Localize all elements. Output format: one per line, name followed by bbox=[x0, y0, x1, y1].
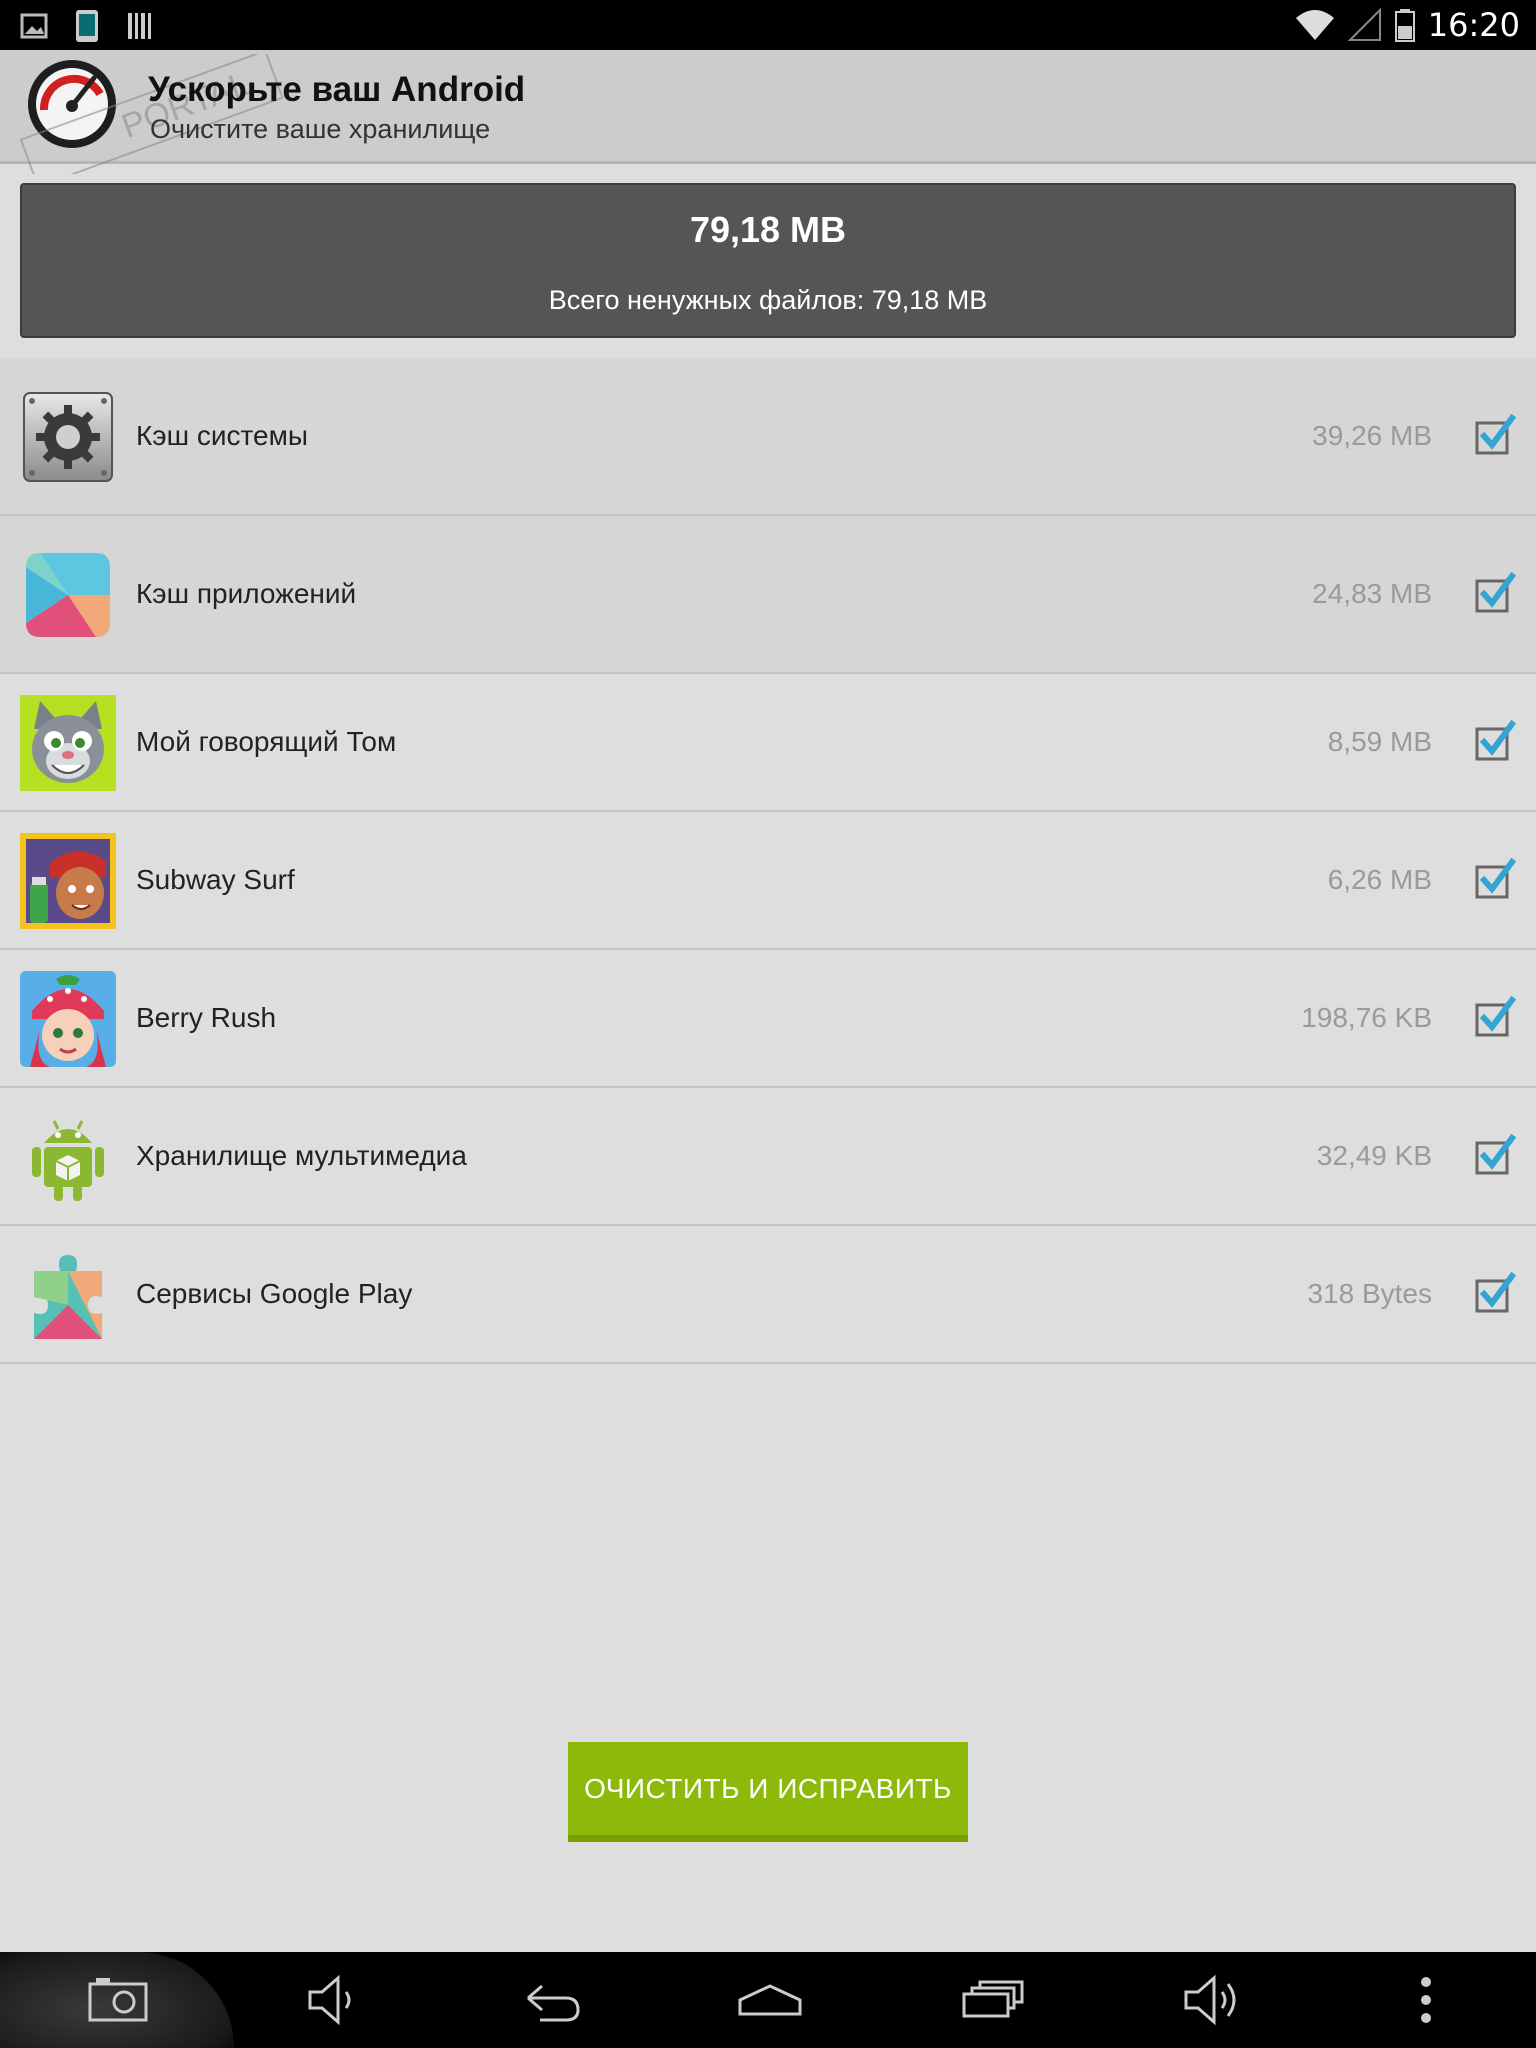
home-icon[interactable] bbox=[738, 1970, 802, 2030]
barcode-icon bbox=[128, 13, 151, 39]
talking-tom-icon bbox=[20, 695, 116, 791]
list-item[interactable]: Хранилище мультимедиа 32,49 KB bbox=[0, 1088, 1536, 1226]
list-item[interactable]: Кэш приложений 24,83 MB bbox=[0, 516, 1536, 674]
item-name: Хранилище мультимедиа bbox=[136, 1140, 467, 1171]
item-name: Subway Surf bbox=[136, 864, 295, 895]
list-item[interactable]: Сервисы Google Play 318 Bytes bbox=[0, 1226, 1536, 1364]
clean-and-fix-button[interactable]: ОЧИСТИТЬ И ИСПРАВИТЬ bbox=[568, 1742, 968, 1842]
checkbox-checked-icon[interactable] bbox=[1474, 572, 1516, 614]
item-size: 318 Bytes bbox=[1307, 1278, 1432, 1309]
wifi-icon bbox=[1295, 10, 1334, 40]
action-bar: PORTAL Ускорьте ваш Android Очистите ваш… bbox=[0, 50, 1536, 174]
item-name: Сервисы Google Play bbox=[136, 1278, 413, 1309]
item-size: 24,83 MB bbox=[1312, 578, 1432, 609]
image-icon bbox=[20, 13, 48, 39]
recents-icon[interactable] bbox=[960, 1970, 1024, 2030]
item-size: 8,59 MB bbox=[1327, 726, 1432, 757]
item-size: 198,76 KB bbox=[1301, 1002, 1432, 1033]
navigation-bar bbox=[0, 1952, 1536, 2048]
checkbox-checked-icon[interactable] bbox=[1474, 1134, 1516, 1176]
checkbox-checked-icon[interactable] bbox=[1474, 858, 1516, 900]
junk-summary-panel: 79,18 MB Всего ненужных файлов: 79,18 MB bbox=[20, 183, 1516, 338]
item-name: Кэш приложений bbox=[136, 578, 357, 609]
volume-down-icon[interactable] bbox=[302, 1970, 366, 2030]
phone-icon bbox=[76, 10, 98, 42]
page-subtitle: Очистите ваше хранилище bbox=[150, 114, 491, 144]
checkbox-checked-icon[interactable] bbox=[1474, 1272, 1516, 1314]
junk-list: Кэш системы 39,26 MB Кэш приложений 24,8… bbox=[0, 358, 1536, 1364]
item-size: 32,49 KB bbox=[1316, 1140, 1432, 1171]
status-bar: 16:20 bbox=[0, 0, 1536, 50]
volume-up-icon[interactable] bbox=[1182, 1970, 1246, 2030]
android-robot-icon bbox=[32, 1120, 104, 1201]
menu-icon[interactable] bbox=[1394, 1970, 1458, 2030]
item-name: Berry Rush bbox=[136, 1002, 277, 1033]
list-item[interactable]: Мой говорящий Том 8,59 MB bbox=[0, 674, 1536, 812]
google-play-services-icon bbox=[34, 1255, 102, 1339]
item-size: 6,26 MB bbox=[1327, 864, 1432, 895]
back-icon[interactable] bbox=[520, 1970, 584, 2030]
item-name: Кэш системы bbox=[136, 420, 308, 451]
clock: 16:20 bbox=[1427, 6, 1520, 44]
checkbox-checked-icon[interactable] bbox=[1474, 996, 1516, 1038]
signal-icon bbox=[1347, 8, 1381, 41]
list-item[interactable]: Berry Rush 198,76 KB bbox=[0, 950, 1536, 1088]
settings-gear-icon bbox=[23, 392, 113, 482]
subway-surf-icon bbox=[20, 833, 116, 929]
battery-icon bbox=[1394, 9, 1415, 42]
list-item[interactable]: Subway Surf 6,26 MB bbox=[0, 812, 1536, 950]
page-title: Ускорьте ваш Android bbox=[148, 70, 526, 109]
checkbox-checked-icon[interactable] bbox=[1474, 720, 1516, 762]
play-store-icon bbox=[26, 553, 110, 637]
screenshot-icon[interactable] bbox=[86, 1970, 150, 2030]
item-name: Мой говорящий Том bbox=[136, 726, 397, 757]
junk-total-size: 79,18 MB bbox=[689, 209, 847, 250]
berry-rush-icon bbox=[20, 971, 116, 1067]
item-size: 39,26 MB bbox=[1312, 420, 1432, 451]
checkbox-checked-icon[interactable] bbox=[1474, 414, 1516, 456]
junk-total-label: Всего ненужных файлов: 79,18 MB bbox=[548, 285, 988, 315]
list-item[interactable]: Кэш системы 39,26 MB bbox=[0, 358, 1536, 516]
